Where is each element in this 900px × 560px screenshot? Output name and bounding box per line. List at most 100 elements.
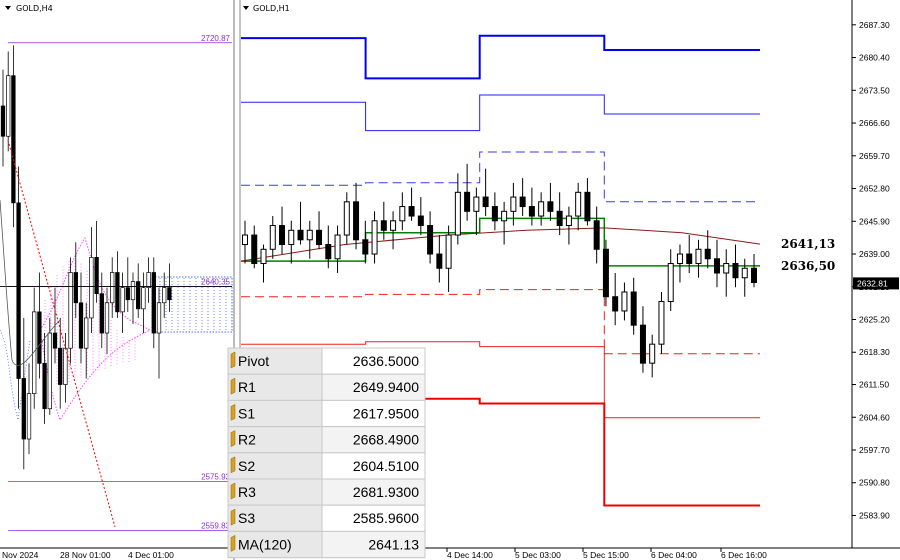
bearish-candle: [491, 206, 498, 222]
price-tick-label: 2645.90: [859, 216, 890, 226]
h4-bullish-candle: [162, 287, 167, 304]
h4-bullish-candle: [120, 287, 125, 313]
h4-bullish-candle: [84, 317, 89, 349]
pivot-table-value: 2604.5100: [353, 458, 419, 474]
pivot-table-label: S1: [238, 405, 255, 421]
pivot-table-label: R3: [238, 484, 256, 500]
bullish-candle: [658, 300, 665, 345]
price-tick-label: 2639.00: [859, 249, 890, 259]
bullish-candle: [390, 220, 397, 231]
h4-chart-panel[interactable]: GOLD,H4 2720.87 2640.35 2575.93 2559.83 Nov…: [0, 0, 233, 560]
bullish-candle: [242, 234, 248, 246]
price-tick-label: 2673.50: [859, 85, 890, 95]
pivot-table-row: R2 2668.4900: [227, 426, 426, 454]
h4-level-price-label: 2640.35: [201, 278, 230, 287]
bullish-candle: [306, 229, 313, 241]
price-tick-label: 2597.70: [859, 445, 890, 455]
pivot-levels-table: Pivot 2636.5000 R1 2649.9400 S1 2617.9500 R2 26…: [227, 347, 426, 559]
pivot-row-tag-icon: [230, 430, 236, 448]
h4-bearish-candle: [99, 293, 104, 334]
h4-bearish-candle: [21, 378, 26, 440]
h4-bullish-candle: [26, 393, 32, 440]
price-tick-label: 2666.60: [859, 118, 890, 128]
time-tick-label: 5 Dec 15:00: [583, 550, 629, 560]
h4-bearish-candle: [73, 272, 78, 304]
h4-bearish-candle: [115, 272, 120, 313]
chart-stage: GOLD,H4 2720.87 2640.35 2575.93 2559.83 Nov…: [0, 0, 900, 560]
bearish-candle: [297, 229, 304, 241]
h4-bearish-candle: [37, 311, 42, 364]
pivot-table-value: 2636.5000: [353, 353, 419, 369]
h4-bearish-candle: [11, 75, 16, 204]
pivot-table-value: 2641.13: [368, 536, 419, 552]
bearish-candle: [584, 191, 591, 222]
h4-level-price-label: 2575.93: [201, 473, 230, 482]
h4-bullish-candle: [110, 272, 115, 304]
pivot-table-value: 2668.4900: [353, 432, 419, 448]
h4-bullish-candle: [141, 287, 146, 310]
h4-time-label: Nov 2024: [2, 550, 39, 560]
pivot-table-value: 2585.9600: [353, 510, 419, 526]
pivot-row-tag-icon: [230, 534, 236, 552]
bullish-candle: [565, 215, 572, 227]
price-tick-label: 2652.80: [859, 184, 890, 194]
bearish-candle: [751, 267, 757, 283]
bullish-candle: [473, 196, 480, 212]
h4-bullish-candle: [6, 75, 11, 137]
bullish-candle: [510, 196, 517, 212]
bearish-candle: [630, 291, 637, 326]
time-tick-label: 6 Dec 04:00: [651, 550, 697, 560]
pivot-row-tag-icon: [230, 482, 236, 500]
h4-bullish-candle: [130, 281, 136, 301]
bearish-candle: [519, 196, 526, 208]
bearish-candle: [408, 206, 415, 217]
bearish-candle: [251, 234, 258, 265]
bullish-candle: [269, 225, 276, 250]
h4-bearish-candle: [42, 362, 47, 410]
price-tick-label: 2611.50: [859, 380, 889, 390]
price-tick-label: 2687.30: [859, 20, 890, 30]
bullish-candle: [723, 263, 730, 274]
bearish-candle: [686, 253, 693, 265]
bearish-candle: [362, 239, 369, 255]
bearish-candle: [316, 229, 323, 246]
h4-bullish-candle: [104, 302, 110, 334]
bearish-candle: [417, 215, 424, 227]
h4-bullish-candle: [146, 272, 151, 288]
pivot-table-row: R3 2681.9300: [227, 478, 426, 506]
pivot-table-label: R2: [238, 432, 256, 448]
price-tick-label: 2659.70: [859, 151, 890, 161]
bearish-candle: [639, 324, 646, 364]
bearish-candle: [547, 201, 554, 212]
pivot-row-tag-icon: [230, 403, 236, 421]
h1-time-axis: 4 Dec 14:00 5 Dec 03:00 5 Dec 15:00 6 Dec 0…: [446, 548, 767, 560]
pivot-table-row: R1 2649.9400: [227, 373, 426, 401]
level-annotation: 2636,50: [781, 259, 835, 273]
h4-time-label: 4 Dec 01:00: [128, 550, 174, 560]
current-price-tag: 2632.81: [853, 277, 899, 290]
h4-bearish-candle: [52, 332, 58, 349]
bearish-candle: [602, 248, 609, 298]
bullish-candle: [501, 210, 508, 222]
bullish-candle: [621, 291, 628, 312]
bullish-candle: [334, 234, 341, 260]
h4-level-price-label: 2559.83: [201, 521, 230, 530]
price-tick-label: 2618.30: [859, 347, 890, 357]
pivot-table-label: Pivot: [238, 353, 269, 369]
time-tick-label: 6 Dec 16:00: [721, 550, 767, 560]
h4-level-price-label: 2720.87: [201, 34, 230, 43]
pivot-table-row: S1 2617.9500: [227, 399, 426, 428]
bullish-candle: [676, 253, 683, 265]
bearish-candle: [427, 225, 434, 255]
bearish-candle: [464, 191, 471, 212]
h4-bearish-candle: [151, 272, 156, 334]
time-tick-label: 5 Dec 03:00: [515, 550, 561, 560]
h4-bullish-candle: [156, 302, 162, 334]
bullish-candle: [667, 263, 674, 302]
bullish-candle: [288, 229, 295, 246]
pivot-table-row: S2 2604.5100: [227, 452, 426, 480]
pivot-table-row: MA(120) 2641.13: [227, 530, 426, 559]
bearish-candle: [279, 225, 286, 246]
h4-bearish-candle: [94, 257, 99, 295]
current-price-label: 2632.81: [857, 278, 888, 288]
